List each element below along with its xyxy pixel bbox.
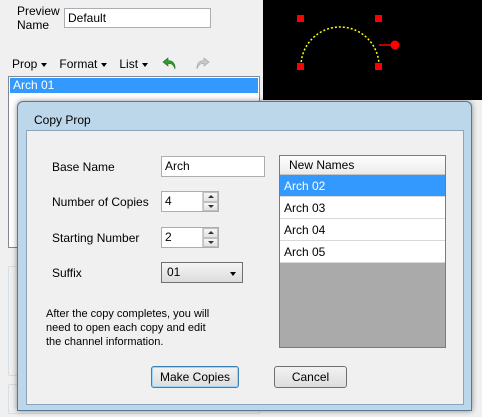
- list-item[interactable]: Arch 03: [280, 197, 445, 219]
- copy-note-line-1: After the copy completes, you will: [46, 308, 210, 320]
- make-copies-button[interactable]: Make Copies: [151, 366, 239, 388]
- chevron-down-icon: [41, 62, 48, 67]
- dialog-body: Base Name Arch Number of Copies 4 Starti…: [26, 130, 464, 405]
- base-name-input[interactable]: Arch: [161, 156, 265, 177]
- resize-handle-bottom-right[interactable]: [375, 63, 382, 70]
- copies-spin-buttons: [202, 192, 218, 211]
- list-item[interactable]: Arch 04: [280, 219, 445, 241]
- undo-button[interactable]: [160, 54, 180, 74]
- start-number-down-button[interactable]: [203, 237, 218, 247]
- arrow-up-icon: [207, 231, 214, 235]
- menu-prop[interactable]: Prop: [12, 57, 48, 71]
- cancel-button[interactable]: Cancel: [274, 366, 347, 388]
- list-item[interactable]: Arch 05: [280, 241, 445, 263]
- suffix-select[interactable]: 01: [161, 262, 243, 283]
- chevron-down-icon: [142, 62, 149, 67]
- resize-handle-top-left[interactable]: [297, 15, 304, 22]
- redo-button[interactable]: [192, 54, 212, 74]
- rotate-handle[interactable]: [390, 40, 400, 50]
- menu-list-label: List: [119, 57, 139, 71]
- prop-list-item-selected[interactable]: Arch 01: [10, 78, 258, 93]
- chevron-down-icon: [230, 272, 236, 276]
- undo-icon: [162, 57, 176, 70]
- copy-note-line-2: need to open each copy and edit: [46, 322, 206, 334]
- menu-format[interactable]: Format: [59, 57, 108, 71]
- redo-icon: [196, 57, 210, 70]
- new-names-list[interactable]: New Names Arch 02 Arch 03 Arch 04 Arch 0…: [279, 155, 446, 348]
- arrow-up-icon: [207, 195, 214, 199]
- arch-preview: [297, 15, 400, 70]
- resize-handle-bottom-left[interactable]: [297, 63, 304, 70]
- copies-up-button[interactable]: [203, 192, 218, 202]
- start-number-stepper[interactable]: 2: [161, 227, 219, 248]
- copies-value: 4: [165, 194, 172, 208]
- chevron-down-icon: [101, 62, 108, 67]
- copies-down-button[interactable]: [203, 201, 218, 211]
- start-number-value: 2: [165, 230, 172, 244]
- list-item[interactable]: Arch 02: [280, 175, 445, 197]
- copy-note-line-3: the channel information.: [46, 336, 164, 348]
- start-number-spin-buttons: [202, 228, 218, 247]
- start-number-up-button[interactable]: [203, 228, 218, 238]
- menu-list[interactable]: List: [119, 57, 149, 71]
- dialog-title: Copy Prop: [34, 113, 91, 127]
- copies-stepper[interactable]: 4: [161, 191, 219, 212]
- preview-canvas[interactable]: [263, 0, 482, 100]
- start-number-label: Starting Number: [52, 231, 140, 245]
- preview-name-input[interactable]: Default: [64, 8, 211, 28]
- prop-menubar: Prop Format List: [6, 52, 261, 76]
- arrow-down-icon: [207, 204, 214, 208]
- copy-prop-dialog: Copy Prop Base Name Arch Number of Copie…: [17, 101, 472, 411]
- new-names-header[interactable]: New Names: [280, 156, 445, 175]
- suffix-label: Suffix: [52, 266, 82, 280]
- suffix-value: 01: [167, 265, 181, 279]
- menu-format-label: Format: [59, 57, 98, 71]
- resize-handle-top-right[interactable]: [375, 15, 382, 22]
- copies-label: Number of Copies: [52, 195, 149, 209]
- arrow-down-icon: [207, 240, 214, 244]
- preview-name-label: Preview Name: [17, 4, 60, 32]
- menu-prop-label: Prop: [12, 57, 38, 71]
- base-name-label: Base Name: [52, 160, 115, 174]
- arch-path: [300, 26, 380, 67]
